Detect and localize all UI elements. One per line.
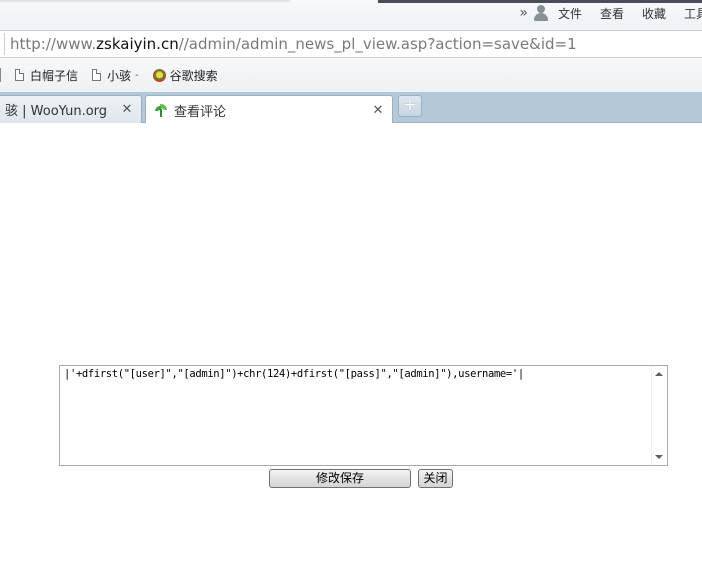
bookmark-item-baimaozi[interactable]: 白帽子信 [15, 67, 78, 84]
bookmark-item-google[interactable]: 谷歌搜索 [152, 67, 218, 84]
url-input[interactable]: http://www.zskaiyin.cn//admin/admin_news… [0, 31, 702, 57]
comment-textarea[interactable]: |'+dfirst("[user]","[admin]")+chr(124)+d… [60, 366, 652, 465]
url-host: zskaiyin.cn [96, 35, 179, 53]
doc-icon [15, 69, 24, 81]
close-button[interactable]: 关闭 [418, 469, 453, 488]
url-path: //admin/admin_news_pl_view.asp?action=sa… [178, 35, 577, 53]
scroll-down-icon[interactable] [655, 455, 663, 459]
google-icon [152, 68, 166, 82]
sprout-icon [154, 103, 168, 117]
menu-file[interactable]: 文件 [558, 5, 582, 22]
address-bar: http://www.zskaiyin.cn//admin/admin_news… [0, 30, 702, 58]
close-icon[interactable]: ✕ [121, 102, 133, 117]
bookmark-label: 谷歌搜索 [169, 68, 218, 83]
tab-title: 骇 | WooYun.org [5, 104, 108, 119]
menu-tools[interactable]: 工具 [684, 5, 702, 22]
doc-icon [92, 69, 102, 81]
new-tab-button[interactable]: + [398, 95, 422, 117]
bookmark-item-xiaohai[interactable]: 小骇 - [92, 67, 139, 84]
comment-editor: |'+dfirst("[user]","[admin]")+chr(124)+d… [59, 365, 668, 466]
bookmarks-separator [0, 68, 3, 82]
menu-view[interactable]: 查看 [600, 5, 624, 22]
page-content: |'+dfirst("[user]","[admin]")+chr(124)+d… [0, 123, 702, 575]
chevron-more-icon[interactable]: » [519, 5, 528, 21]
save-changes-button[interactable]: 修改保存 [269, 469, 411, 488]
user-icon[interactable] [533, 5, 548, 21]
close-icon[interactable]: ✕ [372, 103, 384, 118]
bookmarks-bar: 白帽子信 小骇 - 谷歌搜索 [0, 58, 702, 92]
window-shadow [0, 0, 290, 3]
bookmark-label: 白帽子信 [30, 68, 79, 83]
tab-bar: 骇 | WooYun.org ✕ 查看评论 ✕ + [0, 92, 702, 124]
chevron-down-icon: - [135, 69, 139, 81]
tab-wooyun[interactable]: 骇 | WooYun.org ✕ [0, 95, 142, 123]
menu-favorites[interactable]: 收藏 [642, 5, 666, 22]
url-prefix: http://www. [10, 35, 97, 53]
browser-top-strip: » 文件 查看 收藏 工具 [0, 0, 702, 30]
scroll-up-icon[interactable] [655, 372, 663, 376]
menu-bar: » 文件 查看 收藏 工具 [519, 3, 702, 23]
tab-title: 查看评论 [174, 104, 227, 120]
tab-view-comments[interactable]: 查看评论 ✕ [145, 95, 393, 124]
textarea-scrollbar[interactable] [651, 366, 667, 465]
bookmark-label: 小骇 [107, 68, 132, 83]
